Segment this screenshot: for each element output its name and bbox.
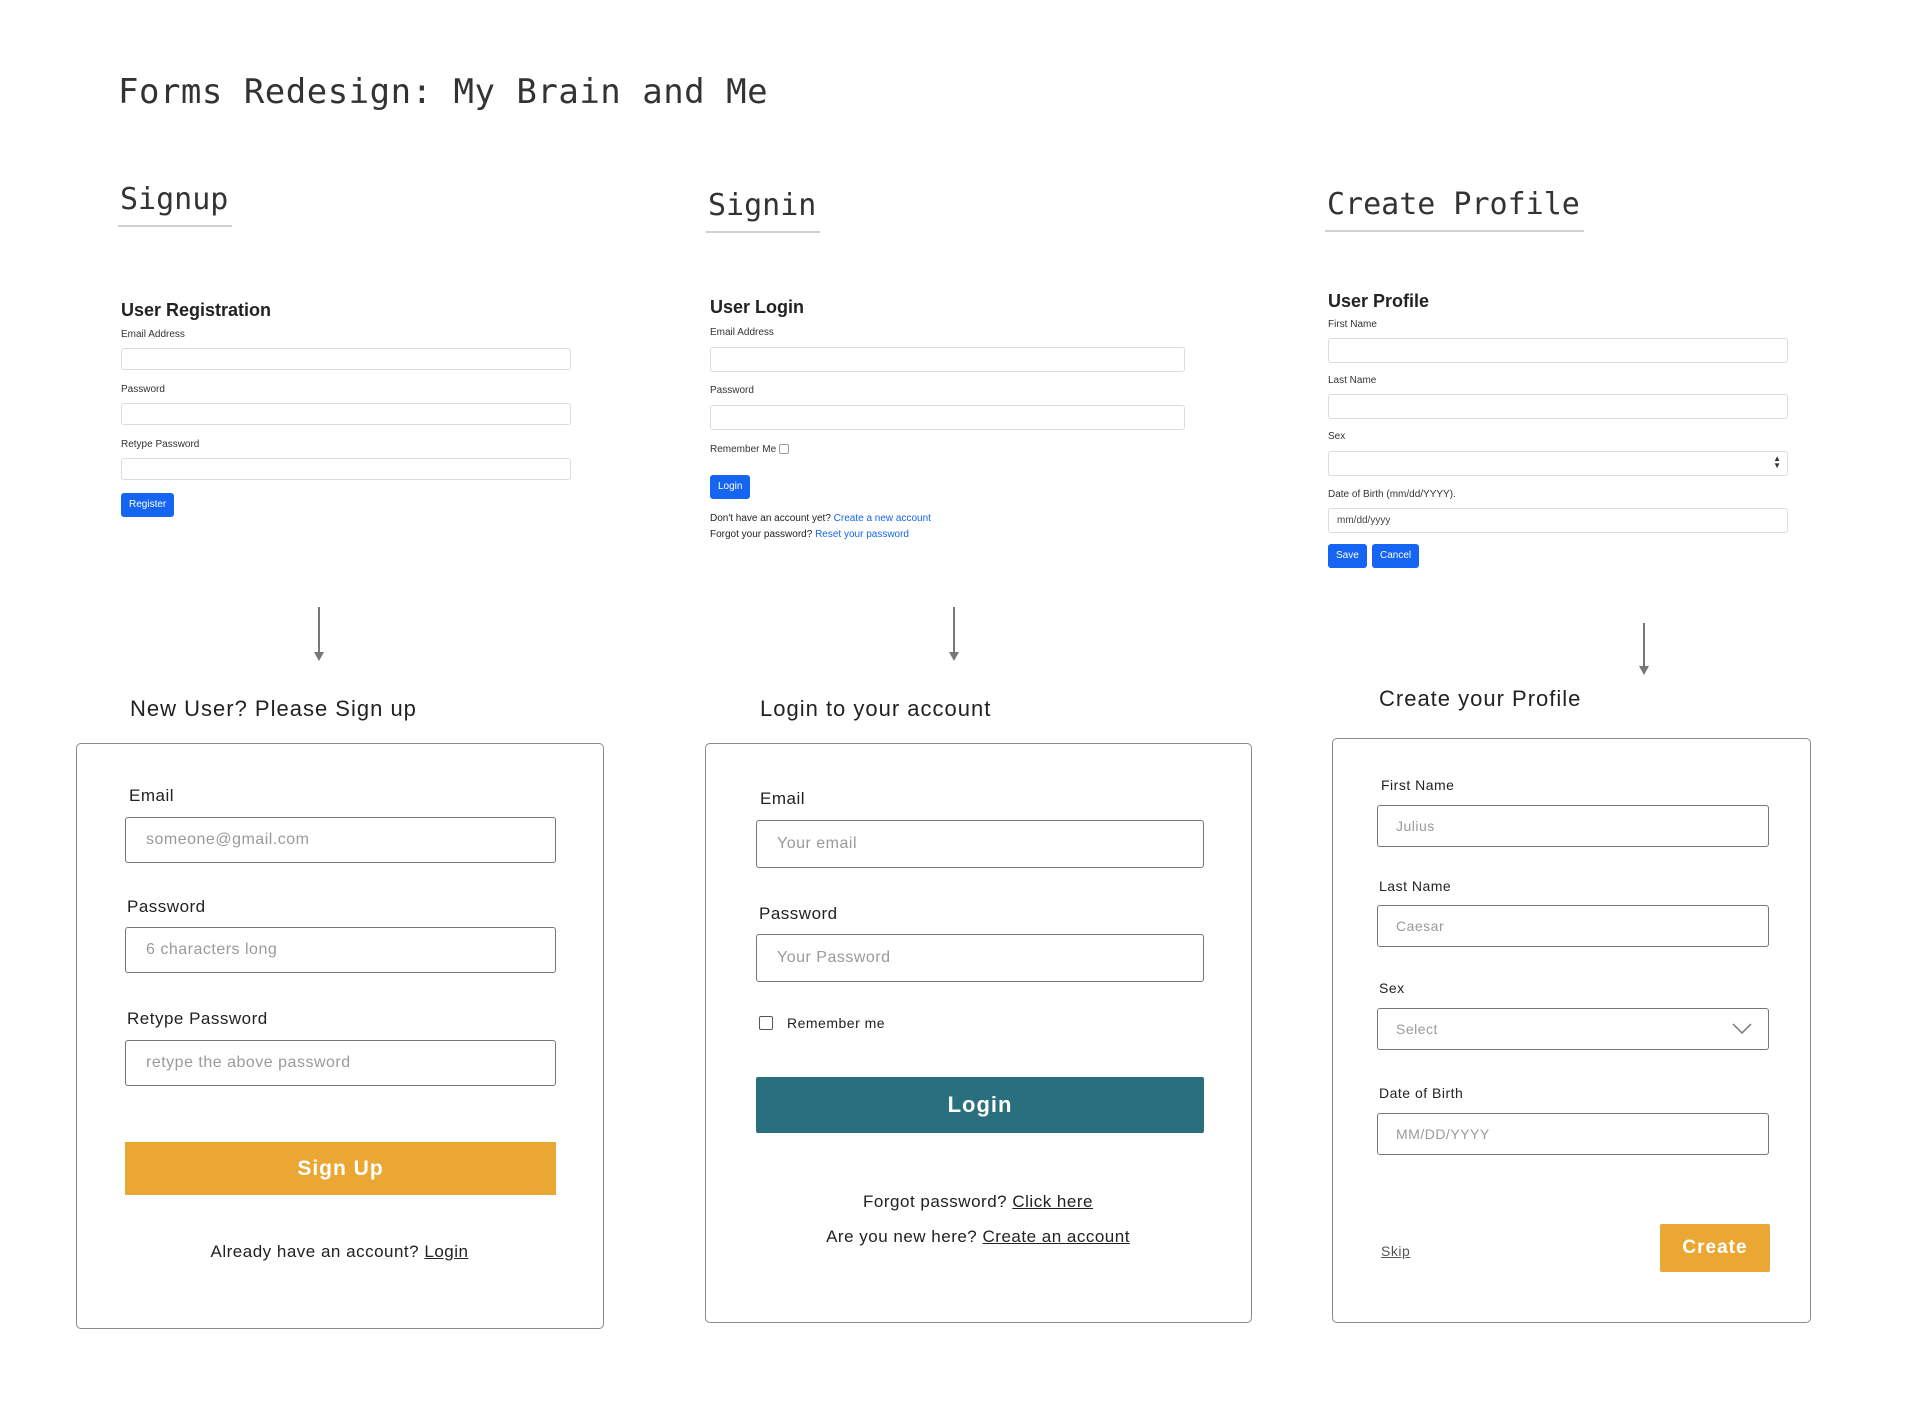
old-forgot-text: Forgot your password?	[710, 529, 813, 540]
new-first-name-input[interactable]: Julius	[1377, 805, 1769, 847]
new-first-name-label: First Name	[1381, 777, 1455, 793]
old-profile-title: User Profile	[1328, 291, 1430, 311]
old-first-name-label: First Name	[1328, 319, 1377, 330]
new-login-email-input[interactable]: Your email	[756, 820, 1204, 868]
old-login-email-label: Email Address	[710, 327, 774, 338]
old-dob-input[interactable]: mm/dd/yyyy	[1328, 508, 1788, 533]
old-first-name-input[interactable]	[1328, 338, 1788, 363]
new-profile-heading: Create your Profile	[1379, 686, 1582, 711]
have-account-text: Already have an account?	[210, 1242, 420, 1261]
old-email-label: Email Address	[121, 329, 185, 340]
old-remember-label: Remember Me	[710, 444, 777, 455]
create-button[interactable]: Create	[1660, 1224, 1770, 1272]
signup-column-heading: Signup	[118, 182, 233, 227]
old-retype-input[interactable]	[121, 458, 571, 480]
chevron-down-icon	[1732, 1023, 1752, 1035]
new-retype-label: Retype Password	[127, 1009, 268, 1028]
new-login-heading: Login to your account	[760, 696, 992, 721]
old-login-title: User Login	[710, 297, 805, 317]
page-title: Forms Redesign: My Brain and Me	[118, 72, 769, 112]
signin-column-heading: Signin	[706, 188, 821, 233]
new-dob-label: Date of Birth	[1379, 1085, 1464, 1101]
new-sex-label: Sex	[1379, 980, 1405, 996]
remember-me-label: Remember me	[787, 1015, 886, 1031]
old-signup-title: User Registration	[121, 300, 272, 320]
old-reset-password-link[interactable]: Reset your password	[815, 529, 909, 540]
old-save-button[interactable]: Save	[1328, 544, 1367, 568]
remember-me-checkbox[interactable]	[759, 1016, 773, 1030]
old-sex-label: Sex	[1328, 431, 1346, 442]
new-login-password-label: Password	[759, 904, 838, 923]
old-no-account-line: Don't have an account yet? Create a new …	[710, 513, 931, 524]
old-login-password-input[interactable]	[710, 405, 1185, 430]
profile-column-heading: Create Profile	[1325, 187, 1584, 232]
old-remember-checkbox[interactable]	[779, 444, 790, 455]
old-no-account-text: Don't have an account yet?	[710, 513, 831, 524]
old-remember-row: Remember Me	[710, 444, 790, 455]
old-login-button[interactable]: Login	[710, 475, 751, 499]
new-login-email-label: Email	[760, 789, 806, 808]
old-retype-label: Retype Password	[121, 439, 200, 450]
new-profile-card: First Name Julius Last Name Caesar Sex S…	[1332, 738, 1811, 1323]
old-dob-label: Date of Birth (mm/dd/YYYY).	[1328, 489, 1456, 500]
new-password-label: Password	[127, 897, 206, 916]
old-last-name-input[interactable]	[1328, 394, 1788, 419]
old-last-name-label: Last Name	[1328, 375, 1377, 386]
new-last-name-input[interactable]: Caesar	[1377, 905, 1769, 947]
forgot-password-text: Forgot password?	[863, 1192, 1008, 1211]
old-forgot-line: Forgot your password? Reset your passwor…	[710, 529, 909, 540]
new-here-text: Are you new here?	[826, 1227, 978, 1246]
select-updown-icon: ▲ ▼	[1773, 454, 1781, 470]
create-account-link[interactable]: Create an account	[983, 1227, 1130, 1246]
old-register-button[interactable]: Register	[121, 493, 175, 517]
new-login-button[interactable]: Login	[756, 1077, 1204, 1133]
new-email-input[interactable]: someone@gmail.com	[125, 817, 556, 863]
new-login-card: Email Your email Password Your Password …	[705, 743, 1252, 1323]
old-sex-select[interactable]: ▲ ▼	[1328, 451, 1788, 476]
new-here-line: Are you new here? Create an account	[706, 1227, 1250, 1247]
old-password-label: Password	[121, 384, 165, 395]
old-cancel-button[interactable]: Cancel	[1372, 544, 1420, 568]
new-login-password-input[interactable]: Your Password	[756, 934, 1204, 982]
new-signup-heading: New User? Please Sign up	[130, 696, 417, 721]
old-login-password-label: Password	[710, 385, 754, 396]
new-dob-input[interactable]: MM/DD/YYYY	[1377, 1113, 1769, 1155]
sign-up-button[interactable]: Sign Up	[125, 1142, 556, 1195]
login-link[interactable]: Login	[424, 1242, 468, 1261]
old-login-email-input[interactable]	[710, 347, 1185, 372]
have-account-line: Already have an account? Login	[77, 1242, 602, 1262]
new-signup-card: Email someone@gmail.com Password 6 chara…	[76, 743, 604, 1329]
skip-link[interactable]: Skip	[1381, 1243, 1410, 1259]
new-email-label: Email	[129, 786, 175, 805]
new-sex-select[interactable]: Select	[1377, 1008, 1769, 1050]
old-password-input[interactable]	[121, 403, 571, 425]
new-last-name-label: Last Name	[1379, 878, 1452, 894]
new-sex-placeholder: Select	[1396, 1021, 1438, 1037]
click-here-link[interactable]: Click here	[1012, 1192, 1093, 1211]
new-retype-input[interactable]: retype the above password	[125, 1040, 556, 1086]
new-password-input[interactable]: 6 characters long	[125, 927, 556, 973]
old-create-account-link[interactable]: Create a new account	[834, 513, 931, 524]
forgot-password-line: Forgot password? Click here	[706, 1192, 1250, 1212]
old-email-input[interactable]	[121, 348, 571, 370]
